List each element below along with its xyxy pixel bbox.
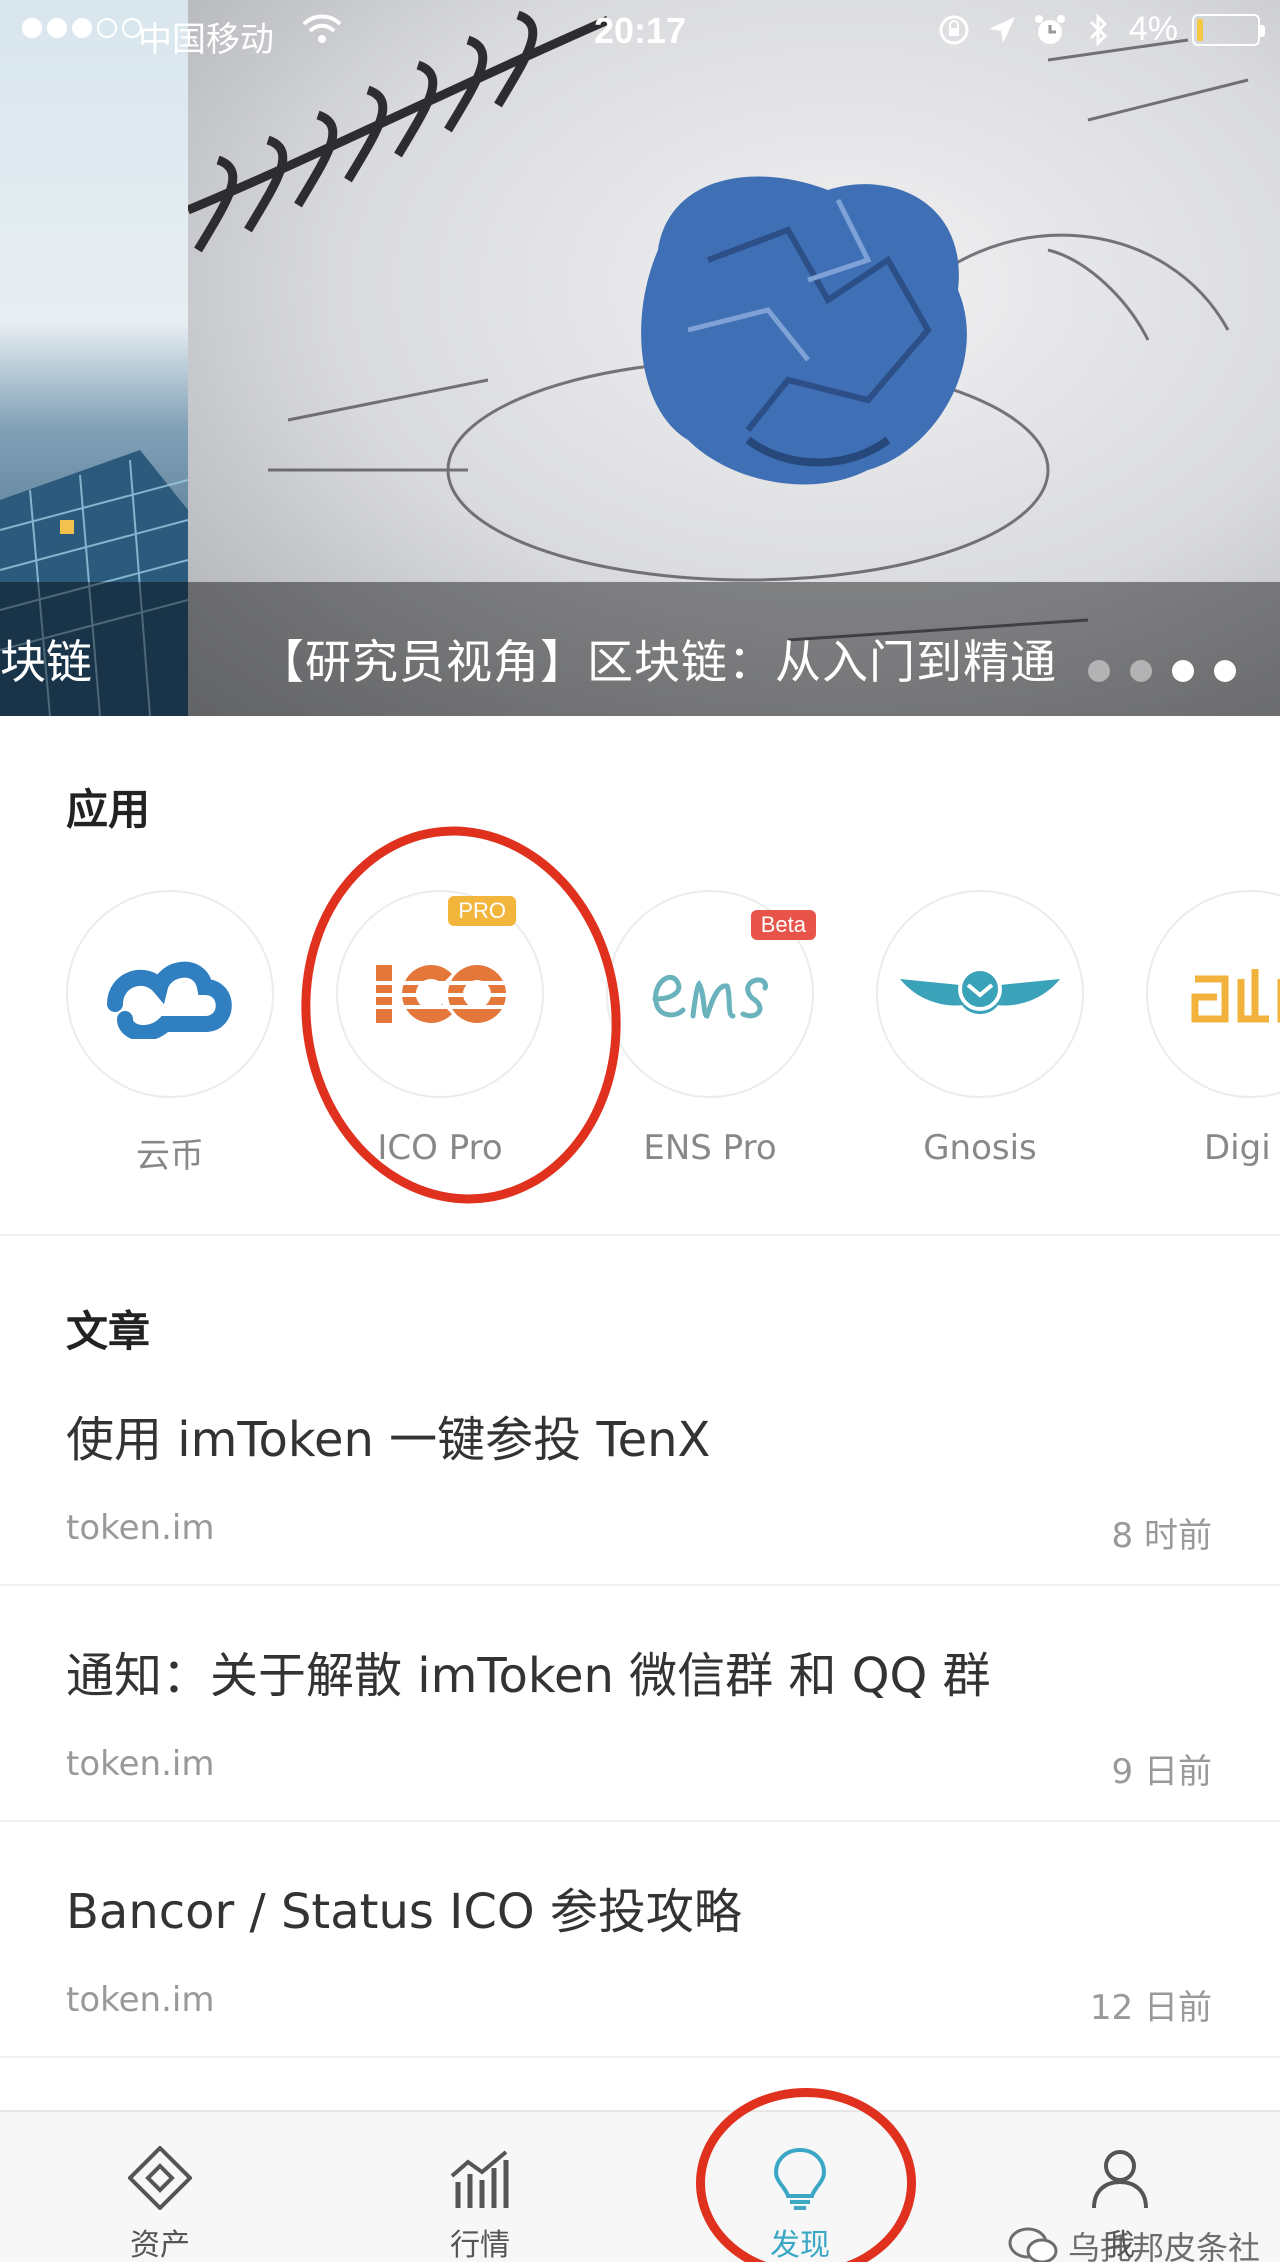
apps-section-title: 应用 bbox=[66, 785, 151, 834]
article-divider bbox=[0, 1820, 1280, 1822]
app-badge: PRO bbox=[448, 896, 516, 926]
profile-person-icon bbox=[1092, 2150, 1148, 2209]
app-icon-circle[interactable] bbox=[1146, 890, 1280, 1098]
article-item[interactable]: 使用 imToken 一键参投 TenX token.im 8 时前 bbox=[0, 1400, 1280, 1636]
banner-pager[interactable] bbox=[1088, 660, 1236, 682]
status-bar: 中国移动 20:17 4% bbox=[0, 0, 1280, 64]
article-title[interactable]: 使用 imToken 一键参投 TenX bbox=[66, 1400, 710, 1470]
banner-caption[interactable]: 【研究员视角】区块链：从入门到精通 bbox=[258, 626, 1057, 692]
battery-icon bbox=[1192, 13, 1265, 46]
battery-percent: 4% bbox=[1128, 10, 1178, 48]
app-item-yunbi[interactable]: 云币 bbox=[66, 890, 274, 1177]
apps-row[interactable]: 云币 PRO ICO Pro Beta ENS Pro Gnosis Digi bbox=[0, 890, 1280, 1190]
market-chart-icon bbox=[450, 2150, 509, 2208]
banner-prev-caption: 块链 bbox=[0, 635, 92, 689]
app-item-ens-pro[interactable]: Beta ENS Pro bbox=[606, 890, 816, 1168]
app-icon-circle[interactable]: Beta bbox=[606, 890, 816, 1098]
watermark-text: 乌托邦皮条社 bbox=[1067, 2229, 1260, 2262]
article-source: token.im bbox=[66, 1508, 215, 1548]
app-badge: Beta bbox=[750, 910, 816, 940]
app-label: Digi bbox=[1204, 1128, 1271, 1168]
app-item-digix[interactable]: Digi bbox=[1146, 890, 1280, 1168]
rotation-lock-icon bbox=[939, 15, 969, 44]
app-icon-circle[interactable]: PRO bbox=[336, 890, 544, 1098]
tab-market[interactable]: 行情 bbox=[380, 2112, 580, 2262]
app-item-gnosis[interactable]: Gnosis bbox=[876, 890, 1084, 1168]
article-source: token.im bbox=[66, 1980, 215, 2020]
digix-logo-icon bbox=[1191, 969, 1280, 1023]
article-time: 12 日前 bbox=[1089, 1988, 1212, 2028]
pager-dot[interactable] bbox=[1130, 660, 1152, 682]
app-label: ENS Pro bbox=[643, 1128, 777, 1168]
ens-logo-icon bbox=[652, 974, 768, 1019]
banner-carousel[interactable]: 块链 【研究员视角】区块链：从入门到精通 bbox=[0, 0, 1280, 716]
article-item[interactable]: 通知：关于解散 imToken 微信群 和 QQ 群 token.im 9 日前 bbox=[0, 1636, 1280, 1872]
article-source: token.im bbox=[66, 1744, 215, 1784]
pager-dot[interactable] bbox=[1214, 660, 1236, 682]
article-time: 8 时前 bbox=[1111, 1516, 1212, 1556]
tab-label: 资产 bbox=[130, 2228, 190, 2262]
yunbi-logo-icon bbox=[107, 961, 232, 1039]
app-icon-circle[interactable] bbox=[876, 890, 1084, 1098]
app-item-ico-pro[interactable]: PRO ICO Pro bbox=[336, 890, 544, 1168]
article-item[interactable]: Bancor / Status ICO 参投攻略 token.im 12 日前 bbox=[0, 1872, 1280, 2108]
alarm-icon bbox=[1034, 14, 1065, 44]
articles-section-title: 文章 bbox=[66, 1307, 151, 1356]
tab-assets[interactable]: 资产 bbox=[60, 2112, 260, 2262]
pager-dot-active[interactable] bbox=[1172, 660, 1194, 682]
tab-label: 发现 bbox=[770, 2228, 830, 2262]
gnosis-owl-icon bbox=[900, 967, 1060, 1014]
bluetooth-icon bbox=[1089, 12, 1107, 47]
ico-logo-icon bbox=[372, 965, 508, 1023]
tab-discover[interactable]: 发现 bbox=[700, 2112, 900, 2262]
lightbulb-icon bbox=[773, 2147, 827, 2210]
watermark: 乌托邦皮条社 bbox=[1008, 2226, 1260, 2262]
article-divider bbox=[0, 1584, 1280, 1586]
app-label: 云币 bbox=[136, 1136, 204, 1176]
section-divider bbox=[0, 1234, 1280, 1236]
article-title[interactable]: 通知：关于解散 imToken 微信群 和 QQ 群 bbox=[66, 1636, 991, 1706]
app-label: Gnosis bbox=[923, 1128, 1037, 1168]
article-divider bbox=[0, 2056, 1280, 2058]
app-icon-circle[interactable] bbox=[66, 890, 274, 1098]
tab-label: 行情 bbox=[450, 2228, 510, 2262]
app-label: ICO Pro bbox=[377, 1128, 503, 1168]
status-right-group: 4% bbox=[937, 10, 1265, 49]
wallet-diamond-icon bbox=[128, 2146, 192, 2210]
location-arrow-icon bbox=[988, 16, 1015, 43]
article-title[interactable]: Bancor / Status ICO 参投攻略 bbox=[66, 1872, 742, 1942]
article-time: 9 日前 bbox=[1111, 1752, 1212, 1792]
wechat-icon bbox=[1008, 2227, 1058, 2262]
pager-dot[interactable] bbox=[1088, 660, 1110, 682]
